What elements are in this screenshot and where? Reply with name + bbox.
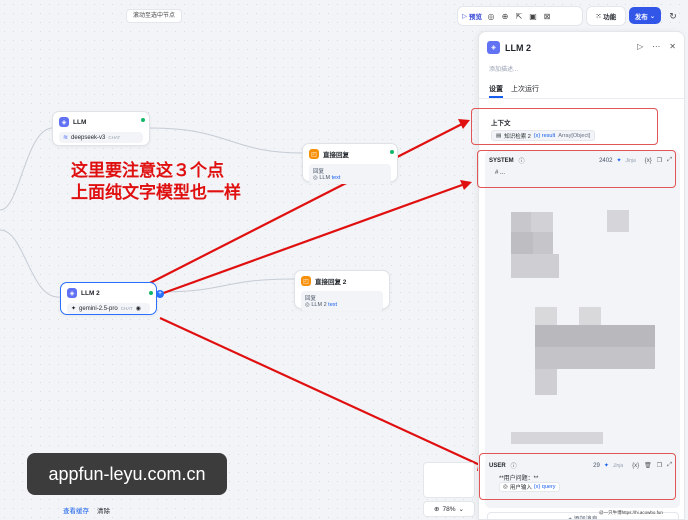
zoom-icon: ⊕ xyxy=(434,506,440,513)
system-prompt-editor[interactable] xyxy=(485,151,680,461)
description-input[interactable]: 添加描述... xyxy=(489,64,518,73)
panel-title: LLM 2 xyxy=(505,42,531,53)
reply-node-title: 直接回复 xyxy=(323,152,349,159)
preview-label: 预览 xyxy=(469,14,482,21)
reply2-var-node: LLM 2 xyxy=(311,302,327,308)
blurred-content xyxy=(511,212,531,232)
export-icon[interactable]: ⇱ xyxy=(514,11,524,21)
highlight-context xyxy=(471,108,658,145)
node-ref-icon: ◎ xyxy=(313,175,318,181)
view-cache-link[interactable]: 查看缓存 xyxy=(63,505,89,515)
blurred-content xyxy=(511,232,533,254)
divider xyxy=(479,98,684,99)
credit-watermark: @一只牛博https://hi.acowbo.fun xyxy=(599,510,663,516)
success-status-dot xyxy=(148,290,154,296)
blurred-content xyxy=(535,369,557,395)
direct-reply-node[interactable]: ◰ 直接回复 回复 ◎ LLM text xyxy=(302,143,398,184)
success-status-dot xyxy=(140,117,146,123)
llm-model-name: deepseek-v3 xyxy=(71,134,106,141)
blurred-content xyxy=(535,325,655,347)
zoom-level: 78% xyxy=(442,505,456,513)
tab-settings[interactable]: 设置 xyxy=(489,84,503,98)
canvas-toolbar: ▷ 预览 ◎ ⊕ ⇱ ▣ ⊠ xyxy=(457,6,583,26)
blurred-content xyxy=(533,232,553,254)
llm2-node[interactable]: ◈ LLM 2 ✦ gemini-2.5-pro CHAT ◉ xyxy=(60,282,157,315)
direct-reply-2-node[interactable]: ◰ 直接回复 2 回复 ◎ LLM 2 text xyxy=(294,270,390,311)
highlight-user-prompt xyxy=(479,453,676,500)
variables-icon[interactable]: ⊕ xyxy=(500,11,510,21)
llm-node-title: LLM xyxy=(73,118,87,126)
gemini-icon: ✦ xyxy=(71,306,77,312)
add-next-node-port[interactable]: + xyxy=(156,290,164,298)
publish-button[interactable]: 发布 ⌄ xyxy=(629,7,661,24)
blurred-content xyxy=(535,347,655,369)
run-icon[interactable]: ▷ xyxy=(637,42,643,51)
llm2-node-title: LLM 2 xyxy=(81,289,100,297)
minimap[interactable] xyxy=(423,462,475,498)
bottom-actions: 查看缓存 清除 xyxy=(63,505,110,515)
reply2-body-label: 回复 xyxy=(305,296,317,302)
reply-body-label: 回复 xyxy=(313,169,325,175)
reply-var-name: text xyxy=(331,175,341,181)
checklist-icon[interactable]: ◎ xyxy=(486,11,496,21)
success-status-dot xyxy=(389,149,395,155)
tab-last-run[interactable]: 上次运行 xyxy=(511,84,539,98)
llm2-node-icon: ◈ xyxy=(67,288,77,298)
reply-node-icon: ◰ xyxy=(309,149,319,159)
close-icon[interactable]: ✕ xyxy=(669,42,676,51)
reply-node-icon: ◰ xyxy=(301,276,311,286)
annotation-line-1: 这里要注意这３个点 xyxy=(71,161,224,181)
publish-label: 发布 xyxy=(634,13,648,21)
embed-icon[interactable]: ▣ xyxy=(528,11,538,21)
llm-panel-icon: ◈ xyxy=(487,41,500,54)
blurred-content xyxy=(511,254,559,278)
red-annotation-text: 这里要注意这３个点 上面纯文字模型也一样 xyxy=(71,160,301,204)
zoom-control[interactable]: ⊕ 78% ⌄ xyxy=(423,501,475,517)
more-icon[interactable]: ⋯ xyxy=(652,42,660,51)
preview-button[interactable]: ▷ 预览 xyxy=(462,11,482,21)
blurred-content xyxy=(531,212,553,232)
features-label: 功能 xyxy=(603,14,617,21)
watermark: appfun-leyu.com.cn xyxy=(27,453,227,495)
clear-link[interactable]: 清除 xyxy=(97,505,110,515)
close-icon[interactable]: ⊠ xyxy=(542,11,552,21)
features-button[interactable]: ⁙ 功能 xyxy=(586,6,626,26)
blurred-content xyxy=(607,210,629,232)
eye-icon: ◉ xyxy=(135,306,141,312)
reply-var-node: LLM xyxy=(319,175,331,181)
chevron-down-icon: ⌄ xyxy=(649,12,656,20)
features-icon: ⁙ xyxy=(595,13,602,20)
node-settings-panel: ◈ LLM 2 ▷ ⋯ ✕ 添加描述... 设置 上次运行 上下文 ▤ 知识检索… xyxy=(478,31,685,520)
history-icon[interactable]: ↻ xyxy=(666,9,680,23)
chat-tag: CHAT xyxy=(108,135,121,140)
blurred-content xyxy=(535,307,557,325)
chevron-down-icon: ⌄ xyxy=(458,506,464,513)
highlight-system-header xyxy=(477,150,676,188)
annotation-line-2: 上面纯文字模型也一样 xyxy=(71,183,241,203)
llm2-model-name: gemini-2.5-pro xyxy=(79,305,118,312)
blurred-content xyxy=(511,432,603,444)
chat-tag: CHAT xyxy=(120,306,133,311)
model-icon: ≋ xyxy=(63,135,69,141)
play-icon: ▷ xyxy=(462,13,467,20)
reply2-var-name: text xyxy=(328,302,338,308)
llm-node[interactable]: ◈ LLM ≋ deepseek-v3 CHAT xyxy=(52,111,150,146)
llm-node-icon: ◈ xyxy=(59,117,69,127)
node-ref-icon: ◎ xyxy=(305,302,310,308)
scroll-to-node-hint[interactable]: 滚动至选中节点 xyxy=(126,9,183,23)
blurred-content xyxy=(579,307,601,325)
reply2-node-title: 直接回复 2 xyxy=(315,279,347,286)
